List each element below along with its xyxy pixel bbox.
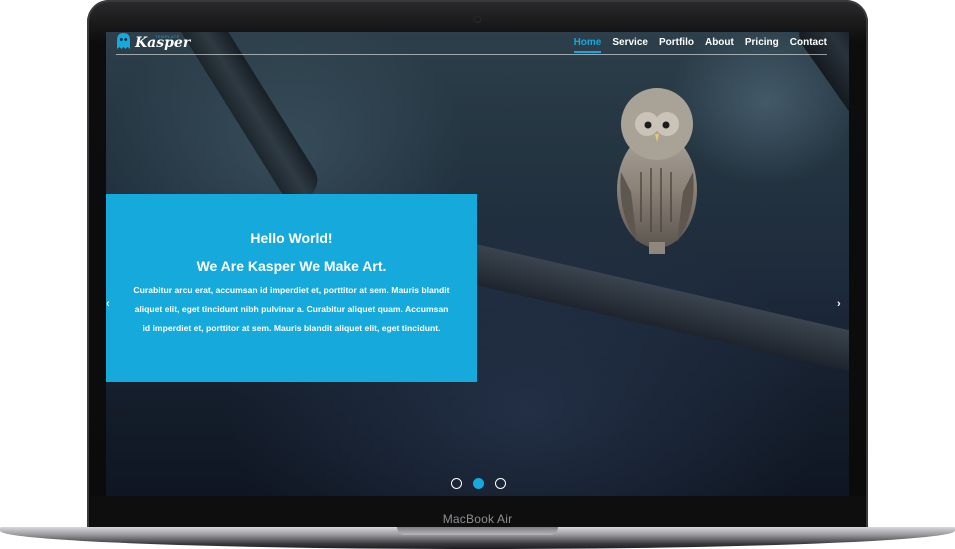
chevron-left-icon[interactable]: ‹ xyxy=(106,298,110,310)
hero-text: Curabitur arcu erat, accumsan id imperdi… xyxy=(133,285,450,333)
hero-box: Hello World! We Are Kasper We Make Art. … xyxy=(106,194,477,382)
background-branch-left xyxy=(169,32,325,208)
owl-image xyxy=(617,88,697,254)
nav-item-contact[interactable]: Contact xyxy=(790,37,827,53)
slider-bullet-1[interactable] xyxy=(451,478,462,489)
camera-icon xyxy=(475,17,480,22)
nav-item-home[interactable]: Home xyxy=(573,37,602,53)
top-navigation: Template Kasper Home Service Portfilo Ab… xyxy=(116,32,827,55)
hero-subtitle: We Are Kasper We Make Art. xyxy=(196,258,387,274)
hero-title: Hello World! xyxy=(250,230,333,246)
nav-item-service[interactable]: Service xyxy=(612,37,648,53)
nav-menu: Home Service Portfilo About Pricing Cont… xyxy=(563,37,827,53)
ghost-icon xyxy=(117,33,130,49)
slider-bullet-2[interactable] xyxy=(473,478,484,489)
slider-bullets xyxy=(451,478,506,489)
nav-item-about[interactable]: About xyxy=(705,37,734,53)
laptop-base-notch xyxy=(397,527,558,535)
slider-bullet-3[interactable] xyxy=(495,478,506,489)
chevron-right-icon[interactable]: › xyxy=(837,298,841,310)
nav-item-portfolio[interactable]: Portfilo xyxy=(659,37,694,53)
background-branch xyxy=(451,240,849,377)
nav-item-pricing[interactable]: Pricing xyxy=(745,37,779,53)
device-model-label: MacBook Air xyxy=(442,512,513,526)
background-branch-right xyxy=(791,32,849,218)
logo-name: Kasper xyxy=(135,35,191,51)
website-screen: Template Kasper Home Service Portfilo Ab… xyxy=(106,32,849,496)
